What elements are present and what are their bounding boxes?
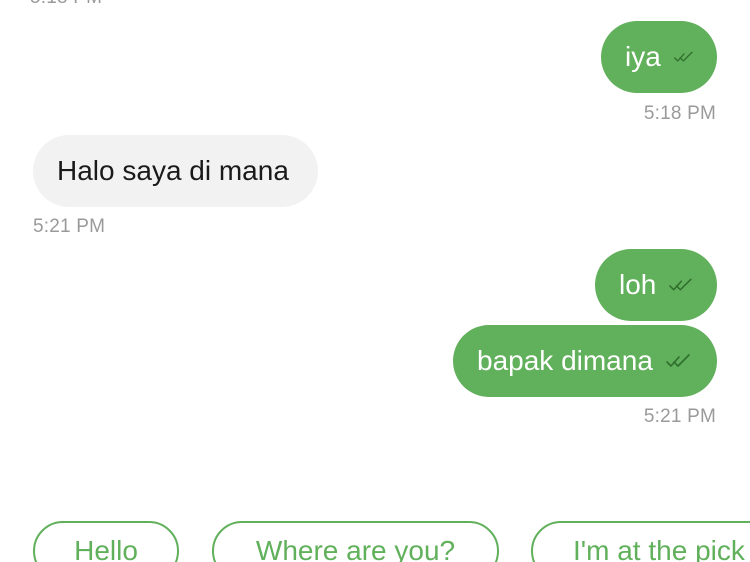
message-timestamp: 5:18 PM [643,103,716,124]
chat-screen: 5:18 PM iya 5:18 PM Halo saya di mana 5:… [0,0,750,562]
message-text: iya [625,41,661,72]
double-check-icon [666,354,690,367]
quick-reply-hello[interactable]: Hello [33,521,179,562]
message-text: bapak dimana [477,345,653,376]
message-timestamp: 5:18 PM [30,0,102,9]
outgoing-message-bubble[interactable]: loh [595,249,717,321]
message-timestamp: 5:21 PM [33,216,106,237]
double-check-icon [673,51,693,62]
message-text: loh [619,269,657,300]
quick-reply-bar: Hello Where are you? I'm at the pick [0,521,750,562]
outgoing-message-bubble[interactable]: iya [601,21,717,93]
quick-reply-im-at-the-pick[interactable]: I'm at the pick [531,521,750,562]
double-check-icon [669,278,692,291]
message-timestamp: 5:21 PM [643,406,716,427]
quick-reply-where-are-you[interactable]: Where are you? [212,521,499,562]
message-text: Halo saya di mana [57,155,289,186]
incoming-message-bubble[interactable]: Halo saya di mana [33,135,318,207]
outgoing-message-bubble[interactable]: bapak dimana [453,325,717,397]
